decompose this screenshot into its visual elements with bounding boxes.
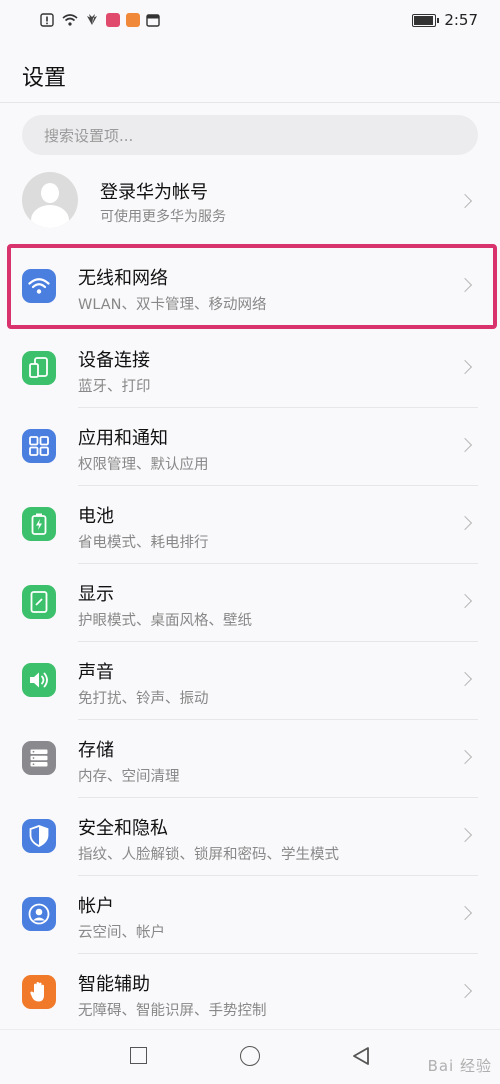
navigation-bar: Bai 经验 [0, 1029, 500, 1084]
app-notification-icon [106, 13, 120, 27]
status-icons [40, 13, 162, 27]
storage-icon [22, 741, 56, 775]
account-subtitle: 可使用更多华为服务 [100, 209, 226, 225]
chevron-right-icon [457, 515, 473, 531]
settings-item-display[interactable]: 显示 护眼模式、桌面风格、壁纸 [0, 564, 500, 642]
chevron-right-icon [457, 593, 473, 609]
clock: 2:57 [444, 11, 478, 29]
settings-item-subtitle: 无障碍、智能识屏、手势控制 [78, 1003, 267, 1019]
search-placeholder: 搜索设置项... [44, 126, 134, 145]
back-button[interactable] [350, 1045, 372, 1067]
calendar-icon [146, 13, 162, 27]
battery-icon [22, 507, 56, 541]
settings-item-apps-notifications[interactable]: 应用和通知 权限管理、默认应用 [0, 408, 500, 486]
settings-item-subtitle: 免打扰、铃声、振动 [78, 691, 209, 707]
settings-item-label: 应用和通知 [78, 428, 168, 449]
chevron-right-icon [457, 671, 473, 687]
avatar [22, 172, 78, 228]
apps-grid-icon [22, 429, 56, 463]
settings-item-security-privacy[interactable]: 安全和隐私 指纹、人脸解锁、锁屏和密码、学生模式 [0, 798, 500, 876]
settings-item-subtitle: 指纹、人脸解锁、锁屏和密码、学生模式 [78, 847, 339, 863]
settings-item-storage[interactable]: 存储 内存、空间清理 [0, 720, 500, 798]
settings-item-accounts[interactable]: 帐户 云空间、帐户 [0, 876, 500, 954]
settings-item-label: 智能辅助 [78, 974, 150, 995]
display-icon [22, 585, 56, 619]
settings-item-label: 存储 [78, 740, 114, 761]
settings-item-subtitle: 护眼模式、桌面风格、壁纸 [78, 613, 252, 629]
settings-item-sound[interactable]: 声音 免打扰、铃声、振动 [0, 642, 500, 720]
account-title: 登录华为帐号 [100, 182, 208, 203]
page-title: 设置 [22, 66, 67, 91]
title-divider [0, 102, 500, 103]
wifi-icon [62, 13, 78, 27]
shield-icon [22, 819, 56, 853]
settings-item-smart-assistance[interactable]: 智能辅助 无障碍、智能识屏、手势控制 [0, 954, 500, 1032]
status-bar: 2:57 [0, 0, 500, 40]
chevron-right-icon [457, 749, 473, 765]
account-icon [22, 897, 56, 931]
settings-item-subtitle: 权限管理、默认应用 [78, 457, 209, 473]
chevron-right-icon [457, 827, 473, 843]
settings-item-label: 显示 [78, 584, 114, 605]
chevron-right-icon [457, 983, 473, 999]
chevron-right-icon [457, 905, 473, 921]
highlight-annotation-box [7, 244, 497, 329]
settings-item-subtitle: 省电模式、耗电排行 [78, 535, 209, 551]
recent-apps-button[interactable] [130, 1047, 147, 1064]
settings-item-subtitle: 内存、空间清理 [78, 769, 180, 785]
sound-icon [22, 663, 56, 697]
settings-item-label: 设备连接 [78, 350, 150, 371]
chevron-right-icon [457, 437, 473, 453]
app-notification-icon-2 [126, 13, 140, 27]
battery-indicator [412, 13, 440, 27]
home-button[interactable] [240, 1046, 260, 1066]
alert-icon [40, 13, 56, 27]
search-input[interactable]: 搜索设置项... [22, 115, 478, 155]
settings-item-device-connection[interactable]: 设备连接 蓝牙、打印 [0, 330, 500, 408]
settings-item-label: 帐户 [78, 896, 114, 917]
watermark: Bai 经验 [427, 1057, 492, 1075]
huawei-icon [84, 13, 100, 27]
settings-item-subtitle: 云空间、帐户 [78, 925, 165, 941]
settings-item-label: 声音 [78, 662, 114, 683]
huawei-account-row[interactable]: 登录华为帐号 可使用更多华为服务 [0, 168, 500, 240]
settings-item-label: 电池 [78, 506, 114, 527]
settings-item-label: 安全和隐私 [78, 818, 168, 839]
settings-item-subtitle: 蓝牙、打印 [78, 379, 151, 395]
chevron-right-icon [457, 359, 473, 375]
chevron-right-icon [457, 193, 473, 209]
hand-icon [22, 975, 56, 1009]
settings-item-battery[interactable]: 电池 省电模式、耗电排行 [0, 486, 500, 564]
device-connection-icon [22, 351, 56, 385]
